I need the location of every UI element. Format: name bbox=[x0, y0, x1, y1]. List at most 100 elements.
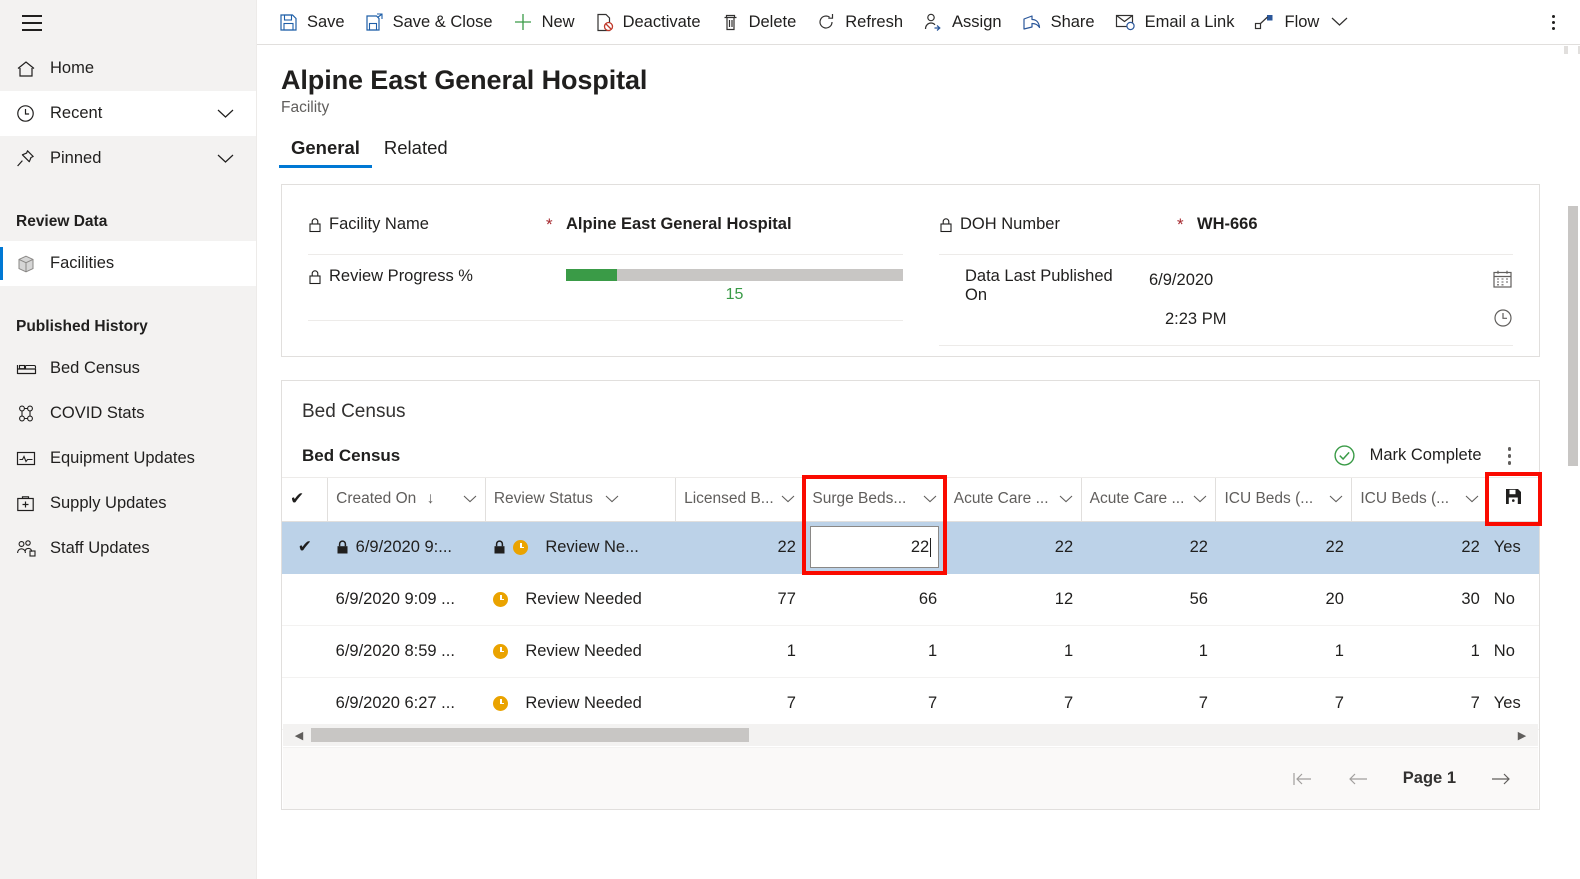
cell-licensed-beds[interactable]: 77 bbox=[675, 573, 804, 626]
cell-last-column[interactable]: No bbox=[1487, 573, 1539, 626]
facility-name-value[interactable]: Alpine East General Hospital bbox=[566, 211, 903, 234]
cell-surge-beds[interactable]: 7 bbox=[803, 677, 946, 730]
cell-licensed-beds[interactable]: 22 bbox=[675, 521, 804, 574]
cell-acute-care-2[interactable]: 1 bbox=[1081, 625, 1216, 678]
column-header-select-all[interactable]: ✔ bbox=[282, 476, 328, 522]
cell-licensed-beds[interactable]: 1 bbox=[675, 625, 804, 678]
chevron-down-icon[interactable] bbox=[1331, 17, 1348, 27]
delete-button[interactable]: Delete bbox=[711, 0, 807, 45]
cell-icu-beds-2[interactable]: 22 bbox=[1351, 521, 1488, 574]
sidebar-item-recent[interactable]: Recent bbox=[0, 91, 256, 136]
mark-complete-button[interactable]: Mark Complete bbox=[1333, 444, 1482, 467]
cell-surge-beds[interactable]: 1 bbox=[803, 625, 946, 678]
hscroll-track[interactable] bbox=[311, 728, 1510, 742]
email-a-link-button[interactable]: Email a Link bbox=[1105, 0, 1245, 45]
column-header-review-status[interactable]: Review Status bbox=[484, 476, 676, 522]
chevron-down-icon[interactable] bbox=[781, 495, 795, 503]
calendar-icon[interactable] bbox=[1492, 269, 1513, 289]
column-header-icu-beds-1[interactable]: ICU Beds (... bbox=[1215, 476, 1352, 522]
chevron-down-icon[interactable] bbox=[1329, 495, 1343, 503]
scroll-right-icon[interactable]: ▶ bbox=[1514, 729, 1530, 742]
published-time-value[interactable]: 2:23 PM bbox=[1149, 306, 1493, 329]
table-row[interactable]: 6/9/2020 8:59 ... Review Needed 1 1 1 1 … bbox=[282, 625, 1539, 678]
cell-icu-beds-2[interactable]: 7 bbox=[1351, 677, 1488, 730]
column-header-created-on[interactable]: Created On ↓ bbox=[327, 476, 486, 522]
new-button[interactable]: New bbox=[503, 0, 585, 45]
page-first-icon[interactable] bbox=[1291, 771, 1313, 787]
command-overflow-button[interactable] bbox=[1536, 0, 1570, 45]
cell-icu-beds-2[interactable]: 1 bbox=[1351, 625, 1488, 678]
cell-acute-care-2[interactable]: 22 bbox=[1081, 521, 1216, 574]
save-icon[interactable] bbox=[1505, 488, 1522, 505]
cell-acute-care-1[interactable]: 22 bbox=[945, 521, 1082, 574]
cell-created-on[interactable]: 6/9/2020 9:09 ... bbox=[327, 573, 486, 626]
cell-acute-care-2[interactable]: 56 bbox=[1081, 573, 1216, 626]
chevron-down-icon[interactable] bbox=[923, 495, 937, 503]
row-select-checkbox[interactable] bbox=[282, 677, 328, 730]
cell-review-status[interactable]: Review Needed bbox=[485, 573, 676, 626]
save-button[interactable]: Save bbox=[269, 0, 355, 45]
cell-review-status[interactable]: Review Needed bbox=[485, 677, 676, 730]
cell-created-on[interactable]: 6/9/2020 9:... bbox=[327, 521, 486, 574]
deactivate-button[interactable]: Deactivate bbox=[585, 0, 711, 45]
sidebar-item-bed-census[interactable]: Bed Census bbox=[0, 346, 256, 391]
column-header-icu-beds-2[interactable]: ICU Beds (... bbox=[1351, 476, 1488, 522]
assign-button[interactable]: Assign bbox=[913, 0, 1012, 45]
scroll-left-icon[interactable]: ◀ bbox=[291, 729, 307, 742]
hamburger-icon[interactable] bbox=[8, 0, 56, 46]
surge-beds-input[interactable]: 22 bbox=[809, 526, 940, 568]
save-and-close-button[interactable]: Save & Close bbox=[355, 0, 503, 45]
chevron-down-icon[interactable] bbox=[217, 108, 234, 119]
cell-review-status[interactable]: Review Needed bbox=[485, 625, 676, 678]
grid-overflow-button[interactable] bbox=[1500, 443, 1520, 469]
chevron-down-icon[interactable] bbox=[1193, 495, 1207, 503]
sidebar-item-pinned[interactable]: Pinned bbox=[0, 136, 256, 181]
chevron-down-icon[interactable] bbox=[1059, 495, 1073, 503]
tab-related[interactable]: Related bbox=[372, 133, 460, 168]
table-row[interactable]: 6/9/2020 9:09 ... Review Needed 77 66 12… bbox=[282, 573, 1539, 626]
cell-created-on[interactable]: 6/9/2020 8:59 ... bbox=[327, 625, 486, 678]
vscroll-thumb[interactable] bbox=[1568, 206, 1578, 466]
doh-number-value[interactable]: WH-666 bbox=[1197, 211, 1513, 234]
chevron-down-icon[interactable] bbox=[597, 495, 619, 503]
published-date-value[interactable]: 6/9/2020 bbox=[1149, 267, 1492, 290]
clock-icon[interactable] bbox=[1493, 308, 1513, 328]
flow-button[interactable]: Flow bbox=[1244, 0, 1358, 45]
hscroll-thumb[interactable] bbox=[311, 728, 749, 742]
cell-icu-beds-1[interactable]: 20 bbox=[1215, 573, 1352, 626]
cell-icu-beds-2[interactable]: 30 bbox=[1351, 573, 1488, 626]
cell-last-column[interactable]: Yes bbox=[1487, 677, 1539, 730]
column-header-acute-care-1[interactable]: Acute Care ... bbox=[944, 476, 1082, 522]
cell-icu-beds-1[interactable]: 22 bbox=[1215, 521, 1352, 574]
table-row[interactable]: 6/9/2020 6:27 ... Review Needed 7 7 7 7 … bbox=[282, 677, 1539, 730]
sidebar-item-home[interactable]: Home bbox=[0, 46, 256, 91]
row-select-checkbox[interactable]: ✔ bbox=[282, 521, 328, 574]
sidebar-item-facilities[interactable]: Facilities bbox=[0, 241, 256, 286]
chevron-down-icon[interactable] bbox=[1465, 495, 1479, 503]
cell-last-column[interactable]: Yes bbox=[1487, 521, 1539, 574]
cell-licensed-beds[interactable]: 7 bbox=[675, 677, 804, 730]
cell-icu-beds-1[interactable]: 1 bbox=[1215, 625, 1352, 678]
column-header-licensed-beds[interactable]: Licensed B... bbox=[675, 476, 804, 522]
page-prev-icon[interactable] bbox=[1347, 771, 1369, 787]
cell-acute-care-1[interactable]: 1 bbox=[945, 625, 1082, 678]
cell-created-on[interactable]: 6/9/2020 6:27 ... bbox=[327, 677, 486, 730]
sidebar-item-supply-updates[interactable]: Supply Updates bbox=[0, 481, 256, 526]
cell-acute-care-1[interactable]: 12 bbox=[945, 573, 1082, 626]
cell-acute-care-1[interactable]: 7 bbox=[945, 677, 1082, 730]
column-header-save-row[interactable] bbox=[1487, 476, 1539, 522]
cell-surge-beds-editing[interactable]: 22 bbox=[803, 521, 946, 574]
refresh-button[interactable]: Refresh bbox=[806, 0, 913, 45]
column-header-acute-care-2[interactable]: Acute Care ... bbox=[1080, 476, 1216, 522]
cell-icu-beds-1[interactable]: 7 bbox=[1215, 677, 1352, 730]
cell-review-status[interactable]: Review Ne... bbox=[485, 521, 676, 574]
cell-surge-beds[interactable]: 66 bbox=[803, 573, 946, 626]
cell-last-column[interactable]: No bbox=[1487, 625, 1539, 678]
tab-general[interactable]: General bbox=[279, 133, 372, 168]
row-select-checkbox[interactable] bbox=[282, 625, 328, 678]
grid-horizontal-scrollbar[interactable]: ◀ ▶ bbox=[283, 724, 1538, 746]
sidebar-item-covid-stats[interactable]: COVID Stats bbox=[0, 391, 256, 436]
sidebar-item-equipment-updates[interactable]: Equipment Updates bbox=[0, 436, 256, 481]
column-header-surge-beds[interactable]: Surge Beds... bbox=[803, 476, 946, 522]
chevron-down-icon[interactable] bbox=[463, 495, 477, 503]
